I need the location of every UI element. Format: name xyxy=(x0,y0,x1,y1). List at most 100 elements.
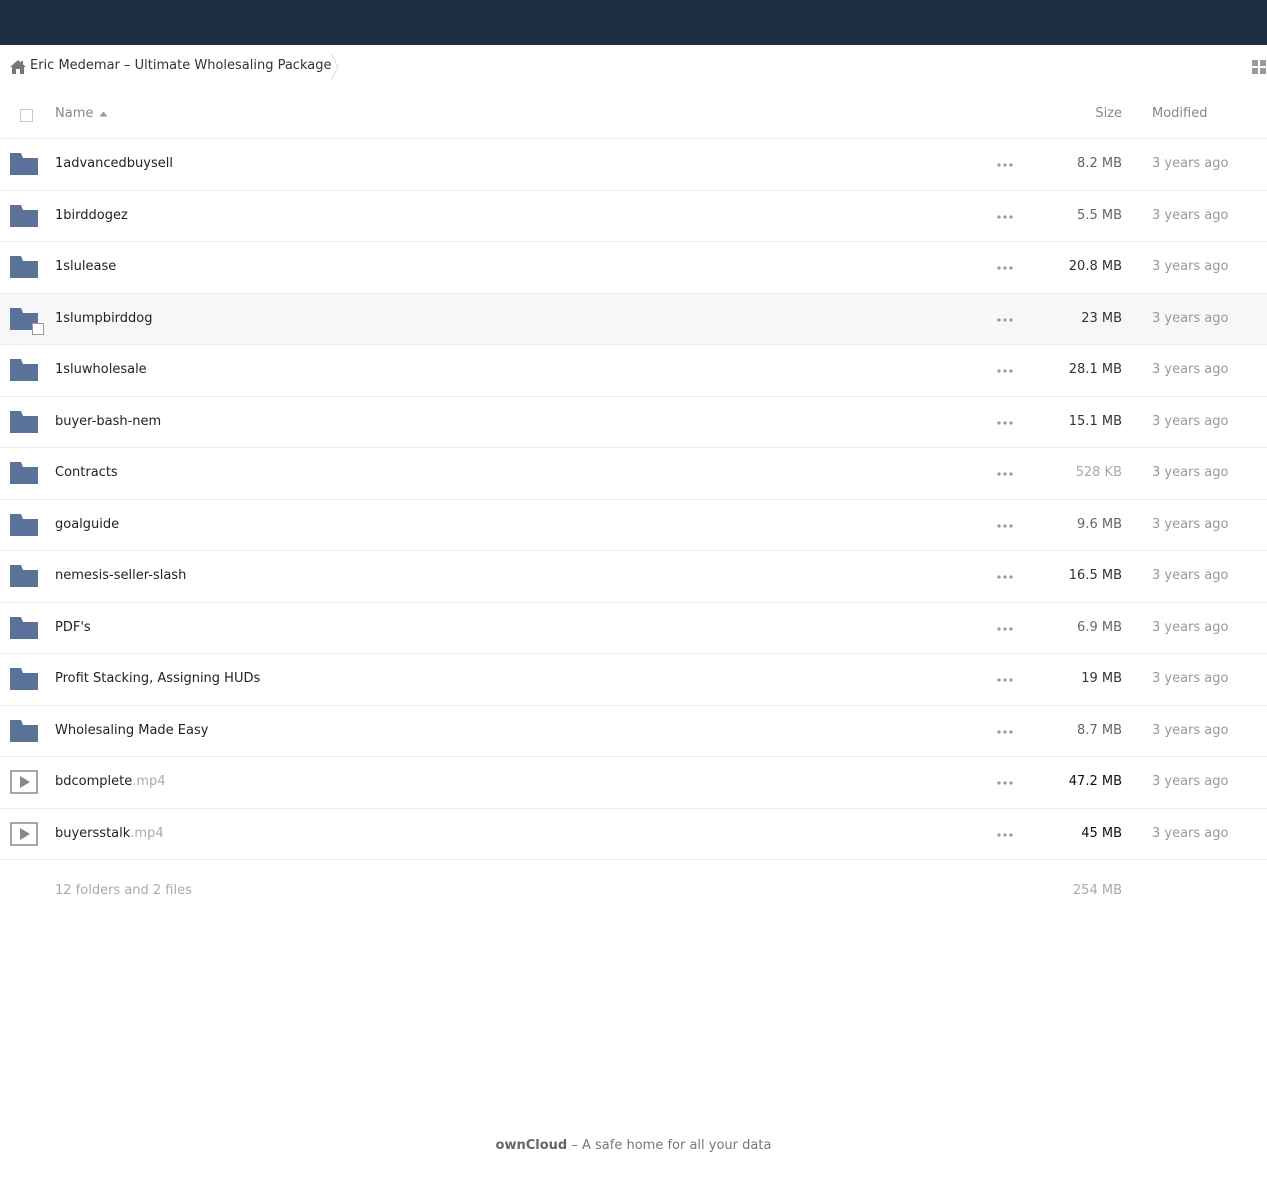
file-name[interactable]: 1slumpbirddog xyxy=(55,311,153,326)
table-row[interactable]: 1birddogez 5.5 MB 3 years ago xyxy=(0,191,1267,242)
file-modified: 3 years ago xyxy=(1152,413,1229,429)
file-name[interactable]: nemesis-seller-slash xyxy=(55,568,186,583)
footer-brand: ownCloud xyxy=(495,1138,568,1153)
folder-icon[interactable] xyxy=(10,461,38,485)
file-modified: 3 years ago xyxy=(1152,722,1229,738)
file-size: 6.9 MB xyxy=(1077,619,1122,635)
file-modified: 3 years ago xyxy=(1152,310,1229,326)
file-modified: 3 years ago xyxy=(1152,568,1229,583)
file-modified: 3 years ago xyxy=(1152,207,1229,223)
more-actions-icon[interactable] xyxy=(997,571,1013,583)
file-name[interactable]: PDF's xyxy=(55,620,91,635)
more-actions-icon[interactable] xyxy=(997,262,1013,274)
more-actions-icon[interactable] xyxy=(997,314,1013,326)
file-name[interactable]: 1advancedbuysell xyxy=(55,156,173,171)
table-row[interactable]: bdcomplete.mp4 47.2 MB 3 years ago xyxy=(0,757,1267,809)
folder-icon[interactable] xyxy=(10,513,38,537)
home-icon[interactable] xyxy=(9,59,27,75)
file-modified: 3 years ago xyxy=(1152,825,1229,841)
more-actions-icon[interactable] xyxy=(997,726,1013,738)
select-all-checkbox[interactable] xyxy=(20,109,33,122)
table-row[interactable]: buyer-bash-nem 15.1 MB 3 years ago xyxy=(0,397,1267,448)
file-name[interactable]: goalguide xyxy=(55,517,119,532)
file-size: 47.2 MB xyxy=(1068,774,1122,789)
video-file-icon[interactable] xyxy=(10,821,38,846)
folder-icon[interactable] xyxy=(10,667,38,691)
more-actions-icon[interactable] xyxy=(997,211,1013,223)
file-size: 8.7 MB xyxy=(1077,722,1122,738)
more-actions-icon[interactable] xyxy=(997,777,1013,789)
folder-icon[interactable] xyxy=(10,410,38,434)
table-row[interactable]: goalguide 9.6 MB 3 years ago xyxy=(0,500,1267,551)
column-header-name[interactable]: Name xyxy=(55,106,93,121)
more-actions-icon[interactable] xyxy=(997,674,1013,686)
file-basename: Wholesaling Made Easy xyxy=(55,722,209,738)
folder-icon[interactable] xyxy=(10,204,38,228)
file-name[interactable]: Contracts xyxy=(55,465,118,480)
file-size: 8.2 MB xyxy=(1077,156,1122,171)
summary-total-size: 254 MB xyxy=(1072,883,1122,898)
table-row[interactable]: nemesis-seller-slash 16.5 MB 3 years ago xyxy=(0,551,1267,603)
more-actions-icon[interactable] xyxy=(997,365,1013,377)
folder-icon[interactable] xyxy=(10,719,38,743)
file-name[interactable]: 1sluwholesale xyxy=(55,362,147,377)
summary-count: 12 folders and 2 files xyxy=(55,883,192,898)
table-row[interactable]: 1slumpbirddog 23 MB 3 years ago xyxy=(0,293,1267,345)
more-actions-icon[interactable] xyxy=(997,623,1013,635)
folder-icon[interactable] xyxy=(10,564,38,588)
table-row[interactable]: PDF's 6.9 MB 3 years ago xyxy=(0,603,1267,654)
breadcrumb: Eric Medemar – Ultimate Wholesaling Pack… xyxy=(0,45,1267,89)
file-name[interactable]: 1slulease xyxy=(55,259,116,274)
file-name[interactable]: buyer-bash-nem xyxy=(55,414,161,429)
table-row[interactable]: 1slulease 20.8 MB 3 years ago xyxy=(0,242,1267,294)
video-file-icon[interactable] xyxy=(10,770,38,794)
table-row[interactable]: buyersstalk.mp4 45 MB 3 years ago xyxy=(0,809,1267,860)
breadcrumb-current-folder[interactable]: Eric Medemar – Ultimate Wholesaling Pack… xyxy=(30,58,331,73)
file-modified: 3 years ago xyxy=(1152,516,1229,532)
folder-icon[interactable] xyxy=(10,152,38,176)
more-actions-icon[interactable] xyxy=(997,468,1013,480)
file-basename: Profit Stacking, Assigning HUDs xyxy=(55,671,261,686)
column-header-modified[interactable]: Modified xyxy=(1152,106,1207,121)
file-basename: Contracts xyxy=(55,465,118,480)
more-actions-icon[interactable] xyxy=(997,520,1013,532)
file-basename: 1slulease xyxy=(55,259,117,274)
row-select-checkbox[interactable] xyxy=(32,322,44,335)
file-list: 1advancedbuysell 8.2 MB 3 years ago 1birddo… xyxy=(0,139,1267,860)
file-name[interactable]: bdcomplete.mp4 xyxy=(55,774,166,789)
table-row[interactable]: Profit Stacking, Assigning HUDs 19 MB 3 ye… xyxy=(0,654,1267,706)
grid-view-icon[interactable] xyxy=(1252,60,1267,75)
file-name[interactable]: buyersstalk.mp4 xyxy=(55,826,164,841)
folder-icon[interactable] xyxy=(10,255,38,279)
file-size: 28.1 MB xyxy=(1068,362,1122,377)
table-row[interactable]: 1sluwholesale 28.1 MB 3 years ago xyxy=(0,345,1267,397)
file-modified: 3 years ago xyxy=(1152,362,1229,377)
file-basename: PDF's xyxy=(55,619,91,635)
file-basename: goalguide xyxy=(55,516,120,532)
more-actions-icon[interactable] xyxy=(997,417,1013,429)
column-header-size[interactable]: Size xyxy=(1095,106,1122,121)
folder-icon[interactable] xyxy=(10,358,38,382)
more-actions-icon[interactable] xyxy=(997,159,1013,171)
file-basename: 1sluwholesale xyxy=(55,362,147,377)
more-actions-icon[interactable] xyxy=(997,829,1013,841)
table-row[interactable]: 1advancedbuysell 8.2 MB 3 years ago xyxy=(0,139,1267,191)
table-row[interactable]: Wholesaling Made Easy 8.7 MB 3 years ago xyxy=(0,706,1267,757)
sort-ascending-icon[interactable] xyxy=(99,111,108,117)
file-basename: buyer-bash-nem xyxy=(55,413,162,429)
file-modified: 3 years ago xyxy=(1152,774,1229,789)
file-size: 19 MB xyxy=(1081,671,1122,686)
folder-icon[interactable] xyxy=(10,616,38,640)
file-name[interactable]: Profit Stacking, Assigning HUDs xyxy=(55,671,260,686)
table-row[interactable]: Contracts 528 KB 3 years ago xyxy=(0,448,1267,500)
file-basename: 1advancedbuysell xyxy=(55,156,173,171)
file-modified: 3 years ago xyxy=(1152,671,1229,686)
file-basename: 1birddogez xyxy=(55,207,128,223)
file-size: 15.1 MB xyxy=(1068,413,1122,429)
file-size: 16.5 MB xyxy=(1068,568,1122,583)
file-name[interactable]: Wholesaling Made Easy xyxy=(55,723,208,738)
file-list-summary: 12 folders and 2 files 254 MB xyxy=(0,874,1267,908)
file-name[interactable]: 1birddogez xyxy=(55,208,128,223)
file-list-header: Name Size Modified xyxy=(0,89,1267,139)
top-header-bar xyxy=(0,0,1267,45)
